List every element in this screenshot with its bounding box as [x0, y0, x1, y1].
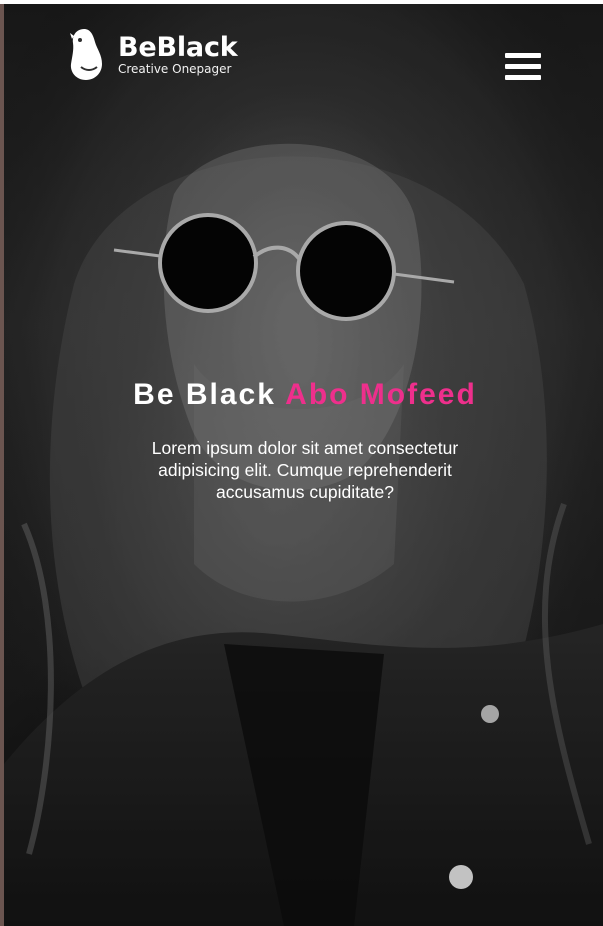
logo-text: BeBlack Creative Onepager [118, 34, 238, 75]
hero-title: Be Black Abo Mofeed [130, 376, 480, 413]
hero-title-accent: Abo Mofeed [285, 378, 477, 411]
page: BeBlack Creative Onepager Be Black Abo M… [0, 0, 603, 926]
hero-content: Be Black Abo Mofeed Lorem ipsum dolor si… [130, 376, 480, 503]
hamburger-menu-icon[interactable] [505, 53, 541, 87]
hero-title-main: Be Black [133, 378, 276, 411]
site-logo[interactable]: BeBlack Creative Onepager [66, 26, 238, 82]
brand-tagline: Creative Onepager [118, 61, 232, 76]
beaver-icon [70, 29, 102, 80]
brand-name: BeBlack [118, 31, 238, 63]
hero-description: Lorem ipsum dolor sit amet consectetur a… [151, 438, 459, 502]
